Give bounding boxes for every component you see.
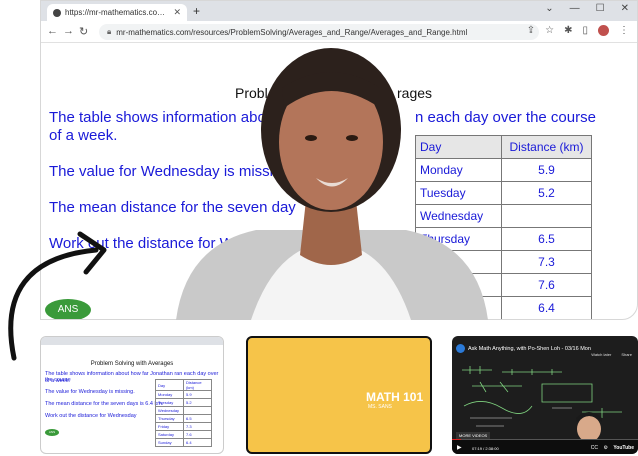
table-row: Tuesday 5.2 <box>155 398 212 407</box>
cell-value: Distance (km) <box>183 379 212 391</box>
cell-value <box>183 406 212 415</box>
cell-day: Tuesday <box>155 398 184 407</box>
close-tab-icon[interactable]: ✕ <box>173 7 181 18</box>
tab-bar: https://mr-mathematics.com/re... ✕ + ⌄ —… <box>41 1 637 21</box>
cell-day: Thursday <box>155 414 184 423</box>
watch-later-label[interactable]: Watch later <box>591 352 611 357</box>
table-row: Saturday 7.6 <box>155 430 212 439</box>
chevron-down-icon[interactable]: ⌄ <box>545 3 553 14</box>
forward-icon[interactable]: → <box>63 25 74 37</box>
play-icon[interactable]: ▶ <box>457 444 462 451</box>
cell-value: 6.4 <box>501 296 592 319</box>
cell-value: 6.5 <box>183 414 212 423</box>
thumb-line-1b: of a week. <box>45 378 71 384</box>
cell-value <box>501 204 592 228</box>
thumb-line-2: The value for Wednesday is missing. <box>45 389 135 395</box>
new-tab-icon[interactable]: + <box>193 4 200 18</box>
thumbnail-youtube-video[interactable]: Ask Math Anything, with Po-Shen Loh - 03… <box>452 336 638 454</box>
thumb-line-3: The mean distance for the seven days is … <box>45 401 164 407</box>
channel-avatar <box>456 344 465 353</box>
youtube-logo[interactable]: YouTube <box>613 445 634 451</box>
window-controls: ⌄ — ☐ ✕ <box>545 3 629 14</box>
cell-value: 5.9 <box>501 158 592 182</box>
cell-value: 5.2 <box>183 398 212 407</box>
more-videos-button[interactable]: MORE VIDEOS <box>456 432 491 439</box>
math-101-subtitle: MS. SANS <box>368 404 392 410</box>
presenter-left-eye <box>305 135 317 141</box>
close-window-icon[interactable]: ✕ <box>621 3 629 14</box>
maximize-icon[interactable]: ☐ <box>596 3 605 14</box>
table-row: Sunday 6.4 <box>155 438 212 447</box>
video-title: Ask Math Anything, with Po-Shen Loh - 03… <box>468 346 591 352</box>
extensions-icon[interactable]: ✱ <box>564 25 572 36</box>
thumb-ans-button: ANS <box>45 429 59 436</box>
thumb-table: Day Distance (km) Monday 5.9 Tuesday 5.2 We… <box>155 379 212 447</box>
presenter-video-overlay <box>176 48 488 320</box>
profile-avatar[interactable] <box>598 25 609 36</box>
cell-value: 6.5 <box>501 227 592 251</box>
table-row: Friday 7.3 <box>155 422 212 431</box>
thumbnail-math-101[interactable]: MATH 101 MS. SANS <box>246 336 432 454</box>
cell-day: Saturday <box>155 430 184 439</box>
cell-value: 7.6 <box>183 430 212 439</box>
math-101-title: MATH 101 <box>366 390 424 404</box>
share-label[interactable]: Share <box>621 352 632 357</box>
thumb-line-4: Work out the distance for Wednesday <box>45 413 137 419</box>
presenter-right-eye <box>346 135 358 141</box>
cell-day: Friday <box>155 422 184 431</box>
cell-value: 6.4 <box>183 438 212 447</box>
thumb-browser-bar <box>41 337 223 345</box>
thumb-slide-title: Problem Solving with Averages <box>90 361 174 367</box>
bookmark-star-icon[interactable]: ☆ <box>545 25 554 36</box>
minimize-icon[interactable]: — <box>570 3 580 14</box>
cell-day: Wednesday <box>155 406 184 415</box>
back-icon[interactable]: ← <box>47 25 58 37</box>
reload-icon[interactable]: ↻ <box>79 25 88 38</box>
table-row: Wednesday <box>155 406 212 415</box>
header-distance: Distance (km) <box>501 135 592 159</box>
table-row: Day Distance (km) <box>155 379 212 391</box>
favicon-icon <box>53 8 61 17</box>
video-control-bar: ▶ 07:19 / 2:38:00 CC ⚙ YouTube <box>452 440 638 454</box>
thumbnail-slide[interactable]: Problem Solving with Averages The table … <box>40 336 224 454</box>
cell-day: Monday <box>155 390 184 399</box>
cell-value: 7.6 <box>501 273 592 297</box>
captions-icon[interactable]: CC <box>591 445 598 451</box>
menu-icon[interactable]: ⋮ <box>619 25 629 36</box>
table-row: Monday 5.9 <box>155 390 212 399</box>
question-line-1c: of a week. <box>49 127 118 144</box>
cell-day: Sunday <box>155 438 184 447</box>
cell-value: 7.3 <box>183 422 212 431</box>
browser-tab[interactable]: https://mr-mathematics.com/re... ✕ <box>47 4 187 21</box>
settings-icon[interactable]: ⚙ <box>604 445 608 451</box>
tab-title: https://mr-mathematics.com/re... <box>65 8 170 17</box>
share-icon[interactable]: ⇪ <box>527 25 535 36</box>
cell-value: 5.2 <box>501 181 592 205</box>
cell-day: Day <box>155 379 184 391</box>
cell-value: 7.3 <box>501 250 592 274</box>
cell-value: 5.9 <box>183 390 212 399</box>
table-row: Thursday 6.5 <box>155 414 212 423</box>
video-time: 07:19 / 2:38:00 <box>472 446 499 451</box>
sidepanel-icon[interactable]: ▯ <box>582 25 588 36</box>
toolbar-icons: ⇪ ☆ ✱ ▯ ⋮ <box>527 25 629 36</box>
lock-icon: 🔒︎ <box>107 27 112 36</box>
video-overlay-icons: Watch later Share <box>591 352 632 357</box>
